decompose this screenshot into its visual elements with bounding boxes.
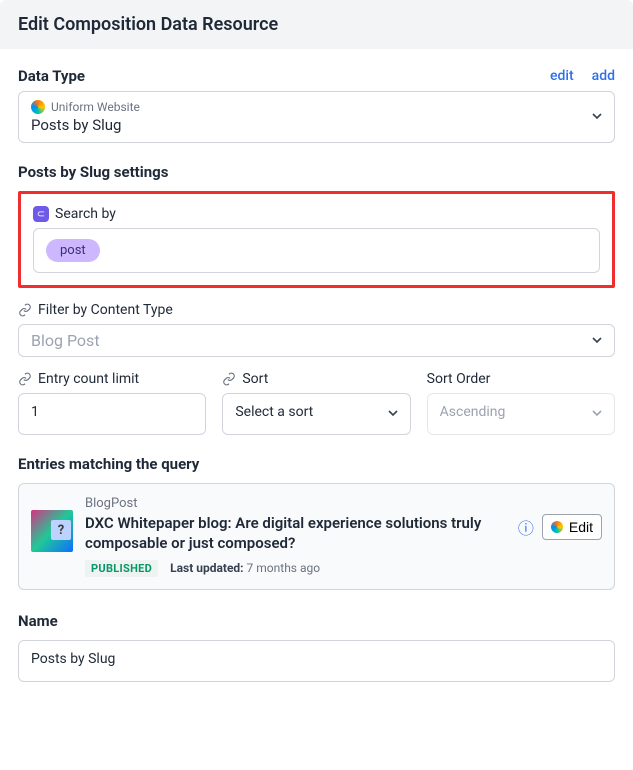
data-type-select[interactable]: Uniform Website Posts by Slug [18, 91, 615, 143]
link-icon [18, 303, 32, 317]
entry-count-label: Entry count limit [38, 371, 139, 387]
edit-entry-button[interactable]: Edit [542, 514, 602, 540]
chevron-down-icon [592, 334, 602, 348]
updated-value: 7 months ago [247, 561, 321, 575]
name-input[interactable]: Posts by Slug [18, 640, 615, 682]
status-badge: PUBLISHED [85, 560, 158, 577]
sort-order-placeholder: Ascending [440, 404, 506, 420]
info-icon[interactable]: ⓘ [518, 515, 534, 539]
sort-order-select[interactable]: Ascending [427, 393, 615, 435]
data-type-resource: Uniform Website [51, 100, 140, 114]
settings-title: Posts by Slug settings [18, 163, 615, 181]
search-chip[interactable]: post [46, 239, 100, 262]
search-by-label: Search by [55, 206, 116, 222]
edit-link[interactable]: edit [550, 68, 574, 84]
uniform-logo-icon [551, 521, 563, 533]
edit-button-label: Edit [569, 519, 593, 535]
entry-type: BlogPost [85, 496, 506, 511]
link-icon [18, 372, 32, 386]
sort-placeholder: Select a sort [235, 404, 313, 420]
search-by-highlight: ⊂ Search by post [18, 191, 615, 288]
entry-card: BlogPost DXC Whitepaper blog: Are digita… [18, 483, 615, 590]
connector-icon: ⊂ [33, 206, 49, 222]
add-link[interactable]: add [592, 68, 615, 84]
sort-label: Sort [242, 371, 268, 387]
entries-title: Entries matching the query [18, 455, 615, 473]
data-type-label: Data Type [18, 67, 85, 85]
filter-value: Blog Post [31, 331, 100, 350]
filter-select[interactable]: Blog Post [18, 324, 615, 357]
entry-thumbnail [31, 510, 73, 552]
entry-count-input[interactable]: 1 [18, 393, 206, 435]
sort-select[interactable]: Select a sort [222, 393, 410, 435]
chevron-down-icon [592, 407, 602, 421]
uniform-logo-icon [31, 100, 45, 114]
filter-label: Filter by Content Type [38, 302, 173, 318]
link-icon [222, 372, 236, 386]
updated-label: Last updated: [170, 561, 243, 575]
page-title: Edit Composition Data Resource [0, 0, 633, 49]
chevron-down-icon [592, 110, 602, 124]
data-type-value: Posts by Slug [31, 116, 602, 134]
entry-title: DXC Whitepaper blog: Are digital experie… [85, 513, 506, 554]
chevron-down-icon [388, 407, 398, 421]
name-label: Name [18, 612, 615, 630]
sort-order-label: Sort Order [427, 371, 491, 387]
search-by-input[interactable]: post [33, 228, 600, 273]
